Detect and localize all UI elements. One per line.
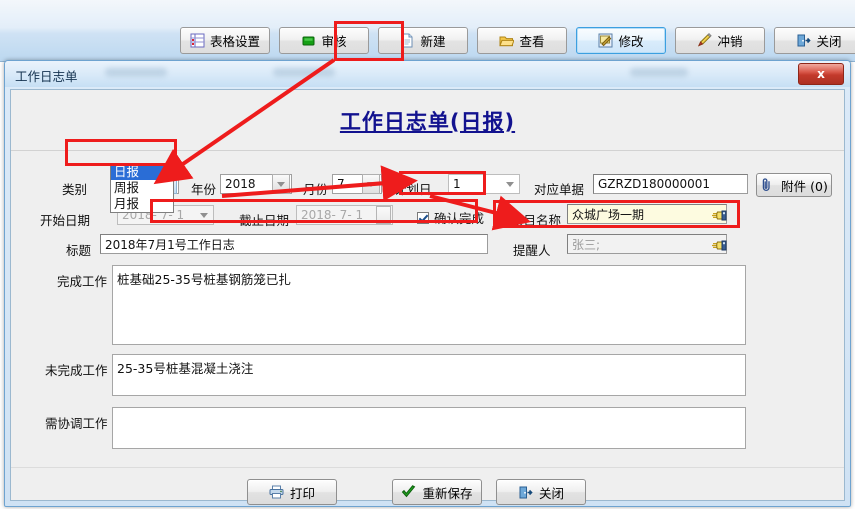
blurred-text-region <box>273 68 335 77</box>
exit-door-icon <box>518 485 533 500</box>
subject-input[interactable]: 2018年7月1号工作日志 <box>100 234 488 254</box>
footer-close-button[interactable]: 关闭 <box>496 479 586 505</box>
toolbar-button-row: 表格设置 审核 新建 查看 修改 冲销 关闭 <box>0 26 855 54</box>
label-end-date: 截止日期 <box>239 213 290 228</box>
label-related-doc: 对应单据 <box>534 182 585 197</box>
blurred-text-region <box>105 68 167 77</box>
chevron-down-icon[interactable] <box>502 175 518 193</box>
project-picker-hand-icon[interactable] <box>711 208 727 222</box>
confirm-complete-checkbox[interactable]: 确认完成 <box>417 208 484 227</box>
end-date-value: 2018- 7- 1 <box>301 208 364 222</box>
chevron-down-icon[interactable] <box>196 206 212 224</box>
uncompleted-work-textarea[interactable]: 25-35号桩基混凝土浇注 <box>112 354 746 396</box>
toolbar-button-label: 新建 <box>420 33 446 49</box>
month-combobox[interactable]: 7 <box>332 174 382 194</box>
toolbar-button-writeoff[interactable]: 冲销 <box>675 26 765 54</box>
category-option[interactable]: 周报 <box>111 180 173 196</box>
checkbox-box[interactable] <box>417 211 429 224</box>
divider <box>11 467 844 468</box>
toolbar-button-label: 关闭 <box>816 33 842 49</box>
toolbar-button-edit[interactable]: 修改 <box>576 26 666 54</box>
chevron-down-icon[interactable] <box>272 174 290 194</box>
completed-work-textarea[interactable]: 桩基础25-35号桩基钢筋笼已扎 <box>112 265 746 345</box>
toolbar-button-close[interactable]: 关闭 <box>774 26 855 54</box>
label-category: 类别 <box>62 182 88 197</box>
resave-button-label: 重新保存 <box>422 485 473 501</box>
dialog-close-button[interactable]: x <box>798 63 844 85</box>
folder-open-icon <box>499 33 516 48</box>
new-document-icon <box>400 33 415 48</box>
label-project-name: 项目名称 <box>511 213 562 228</box>
toolbar-button-label: 冲销 <box>717 33 743 49</box>
toolbar-button-label: 修改 <box>618 33 644 49</box>
label-subject: 标题 <box>66 243 92 258</box>
plan-day-combobox[interactable]: 1 <box>448 174 520 194</box>
plan-day-value: 1 <box>453 177 461 191</box>
toolbar-button-label: 表格设置 <box>210 33 261 49</box>
toolbar-button-table-settings[interactable]: 表格设置 <box>180 26 270 54</box>
month-value: 7 <box>337 177 345 191</box>
label-start-date: 开始日期 <box>40 213 91 228</box>
table-settings-icon <box>190 33 205 48</box>
category-dropdown-list[interactable]: 日报 周报 月报 <box>110 163 174 213</box>
toolbar-button-label: 查看 <box>519 33 545 49</box>
category-option[interactable]: 月报 <box>111 196 173 212</box>
form-title: 工作日志单(日报) <box>339 110 516 134</box>
toolbar-button-new[interactable]: 新建 <box>378 26 468 54</box>
print-button-label: 打印 <box>289 485 315 501</box>
reminder-picker-hand-icon[interactable] <box>711 238 727 252</box>
print-button[interactable]: 打印 <box>247 479 337 505</box>
resave-button[interactable]: 重新保存 <box>392 479 482 505</box>
year-combobox[interactable]: 2018 <box>220 174 292 194</box>
dialog-title: 工作日志单 <box>15 69 78 84</box>
dialog-titlebar[interactable]: 工作日志单 x <box>5 61 850 87</box>
attachment-button-label: 附件 (0) <box>781 178 828 194</box>
printer-icon <box>269 485 284 500</box>
label-plan-day: 计划日 <box>394 182 432 197</box>
chevron-down-icon[interactable] <box>362 174 380 194</box>
application-toolbar: 表格设置 审核 新建 查看 修改 冲销 关闭 <box>0 0 855 62</box>
label-year: 年份 <box>191 182 217 197</box>
blurred-text-region <box>630 68 688 77</box>
toolbar-button-label: 审核 <box>321 33 347 49</box>
coordination-work-textarea[interactable] <box>112 407 746 449</box>
label-reminder: 提醒人 <box>513 243 551 258</box>
label-coordination-work: 需协调工作 <box>45 416 108 431</box>
dialog-body: 工作日志单(日报) 类别 日报 年份 2018 月份 7 计划日 1 对应单据 … <box>10 89 845 505</box>
project-name-input[interactable]: 众城广场一期 <box>567 204 727 224</box>
paperclip-icon <box>760 177 775 193</box>
label-uncompleted-work: 未完成工作 <box>45 363 108 378</box>
label-completed-work: 完成工作 <box>57 274 108 289</box>
divider <box>11 150 844 151</box>
year-value: 2018 <box>225 177 256 191</box>
related-doc-input[interactable]: GZRZD180000001 <box>593 174 748 194</box>
end-date-picker[interactable]: 2018- 7- 1 <box>296 205 393 225</box>
attachment-button[interactable]: 附件 (0) <box>756 173 832 197</box>
edit-pencil-icon <box>598 33 613 48</box>
write-off-pencil-icon <box>697 32 713 48</box>
work-log-dialog: 工作日志单 x 工作日志单(日报) 类别 日报 年份 2018 月份 7 计划日… <box>4 60 851 507</box>
date-spinner[interactable] <box>376 206 391 224</box>
audit-green-square-icon <box>301 33 316 48</box>
footer-close-button-label: 关闭 <box>538 485 564 501</box>
category-option[interactable]: 日报 <box>111 164 173 180</box>
label-month: 月份 <box>303 182 329 197</box>
exit-door-icon <box>796 33 812 48</box>
green-check-icon <box>401 484 416 500</box>
toolbar-button-audit[interactable]: 审核 <box>279 26 369 54</box>
confirm-complete-label: 确认完成 <box>434 211 485 226</box>
toolbar-button-view[interactable]: 查看 <box>477 26 567 54</box>
reminder-input[interactable]: 张三; <box>567 234 727 254</box>
